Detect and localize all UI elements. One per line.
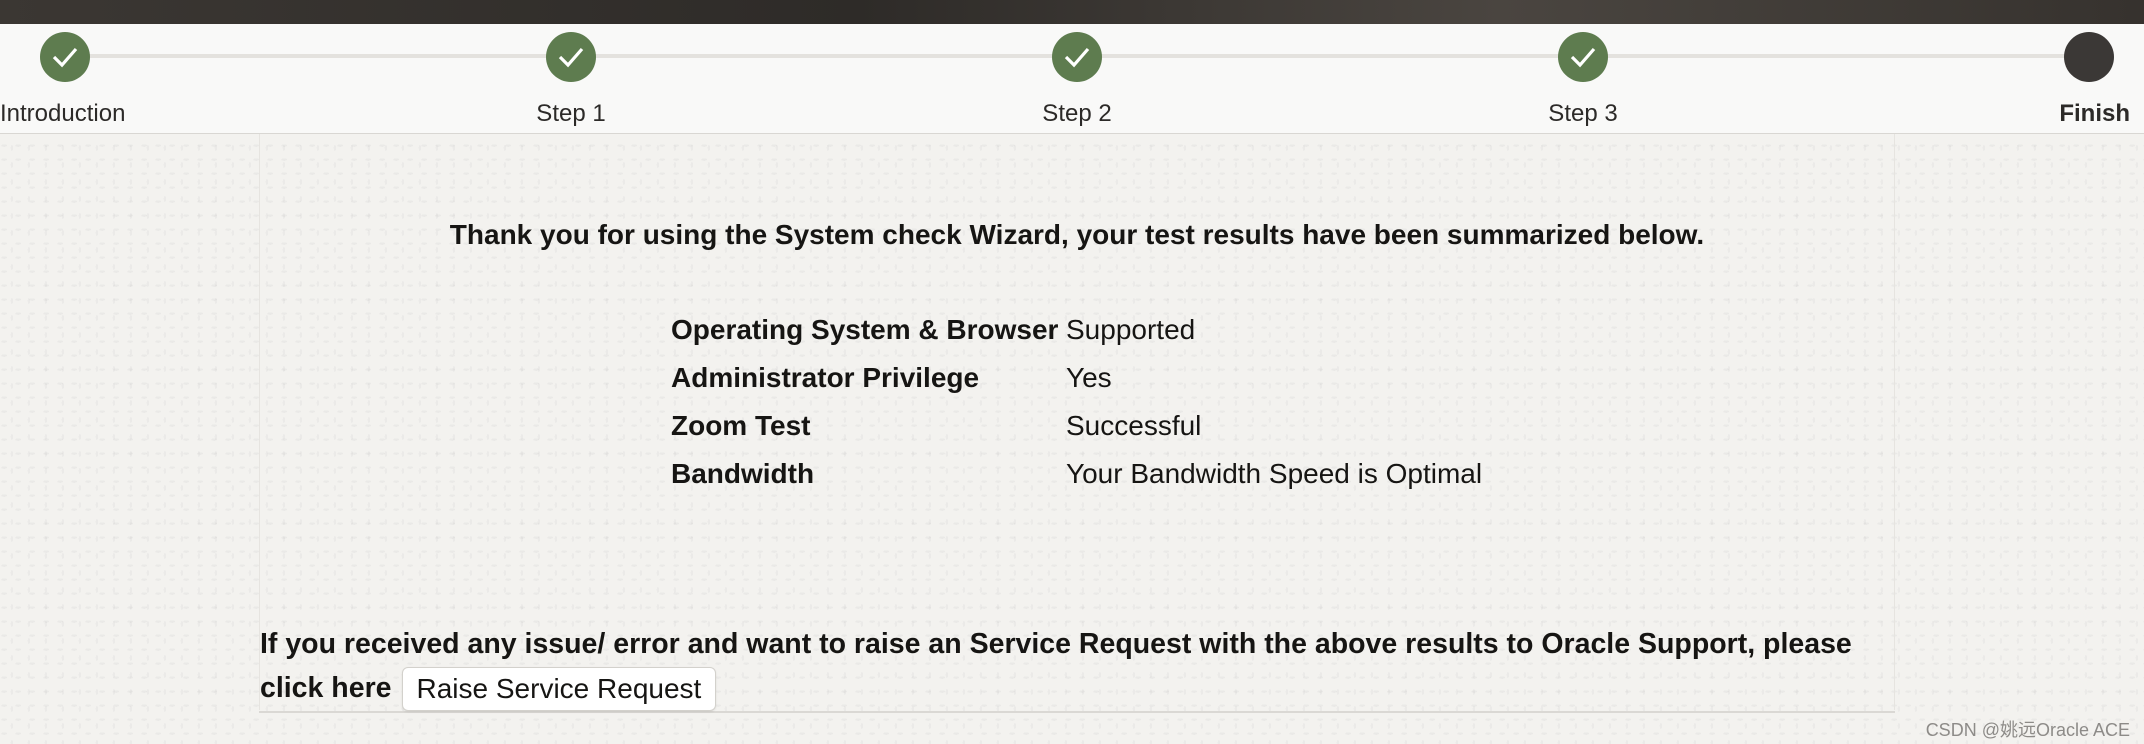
result-value: Yes [1066,362,1112,393]
train-label-introduction[interactable]: Introduction [0,100,125,128]
service-request-prompt: If you received any issue/ error and wan… [260,622,1900,712]
train-label-step-3[interactable]: Step 3 [1548,100,1617,128]
train-stop-finish [2064,32,2114,82]
result-label: Operating System & Browser [671,314,1059,345]
results-table: Operating System & Browser Supported Adm… [671,306,1482,498]
watermark-text: CSDN @姚远Oracle ACE [1925,720,2130,740]
train-label-finish: Finish [2059,100,2130,127]
train-label-step-1[interactable]: Step 1 [536,100,605,128]
train-stop-introduction[interactable] [40,32,90,82]
result-value: Your Bandwidth Speed is Optimal [1066,458,1483,489]
header-banner [0,0,2144,24]
checkmark-icon [52,47,78,68]
result-value: Successful [1066,410,1202,441]
result-label: Bandwidth [671,458,815,489]
wizard-train: Introduction Step 1 Step 2 Step 3 Finish [0,24,2144,134]
result-row-zoom-test: Zoom Test Successful [671,402,1482,450]
train-stop-step-3[interactable] [1558,32,1608,82]
checkmark-icon [1064,47,1090,68]
result-row-admin-privilege: Administrator Privilege Yes [671,354,1482,402]
result-value: Supported [1066,314,1196,345]
result-label: Zoom Test [671,410,811,441]
checkmark-icon [558,47,584,68]
result-row-os-browser: Operating System & Browser Supported [671,306,1482,354]
result-row-bandwidth: Bandwidth Your Bandwidth Speed is Optima… [671,450,1482,498]
raise-service-request-button[interactable]: Raise Service Request [401,667,717,712]
result-label: Administrator Privilege [671,362,980,393]
train-label-step-2[interactable]: Step 2 [1042,100,1111,128]
train-stop-step-1[interactable] [546,32,596,82]
summary-intro-text: Thank you for using the System check Wiz… [449,219,1705,250]
checkmark-icon [1570,47,1596,68]
train-stop-step-2[interactable] [1052,32,1102,82]
